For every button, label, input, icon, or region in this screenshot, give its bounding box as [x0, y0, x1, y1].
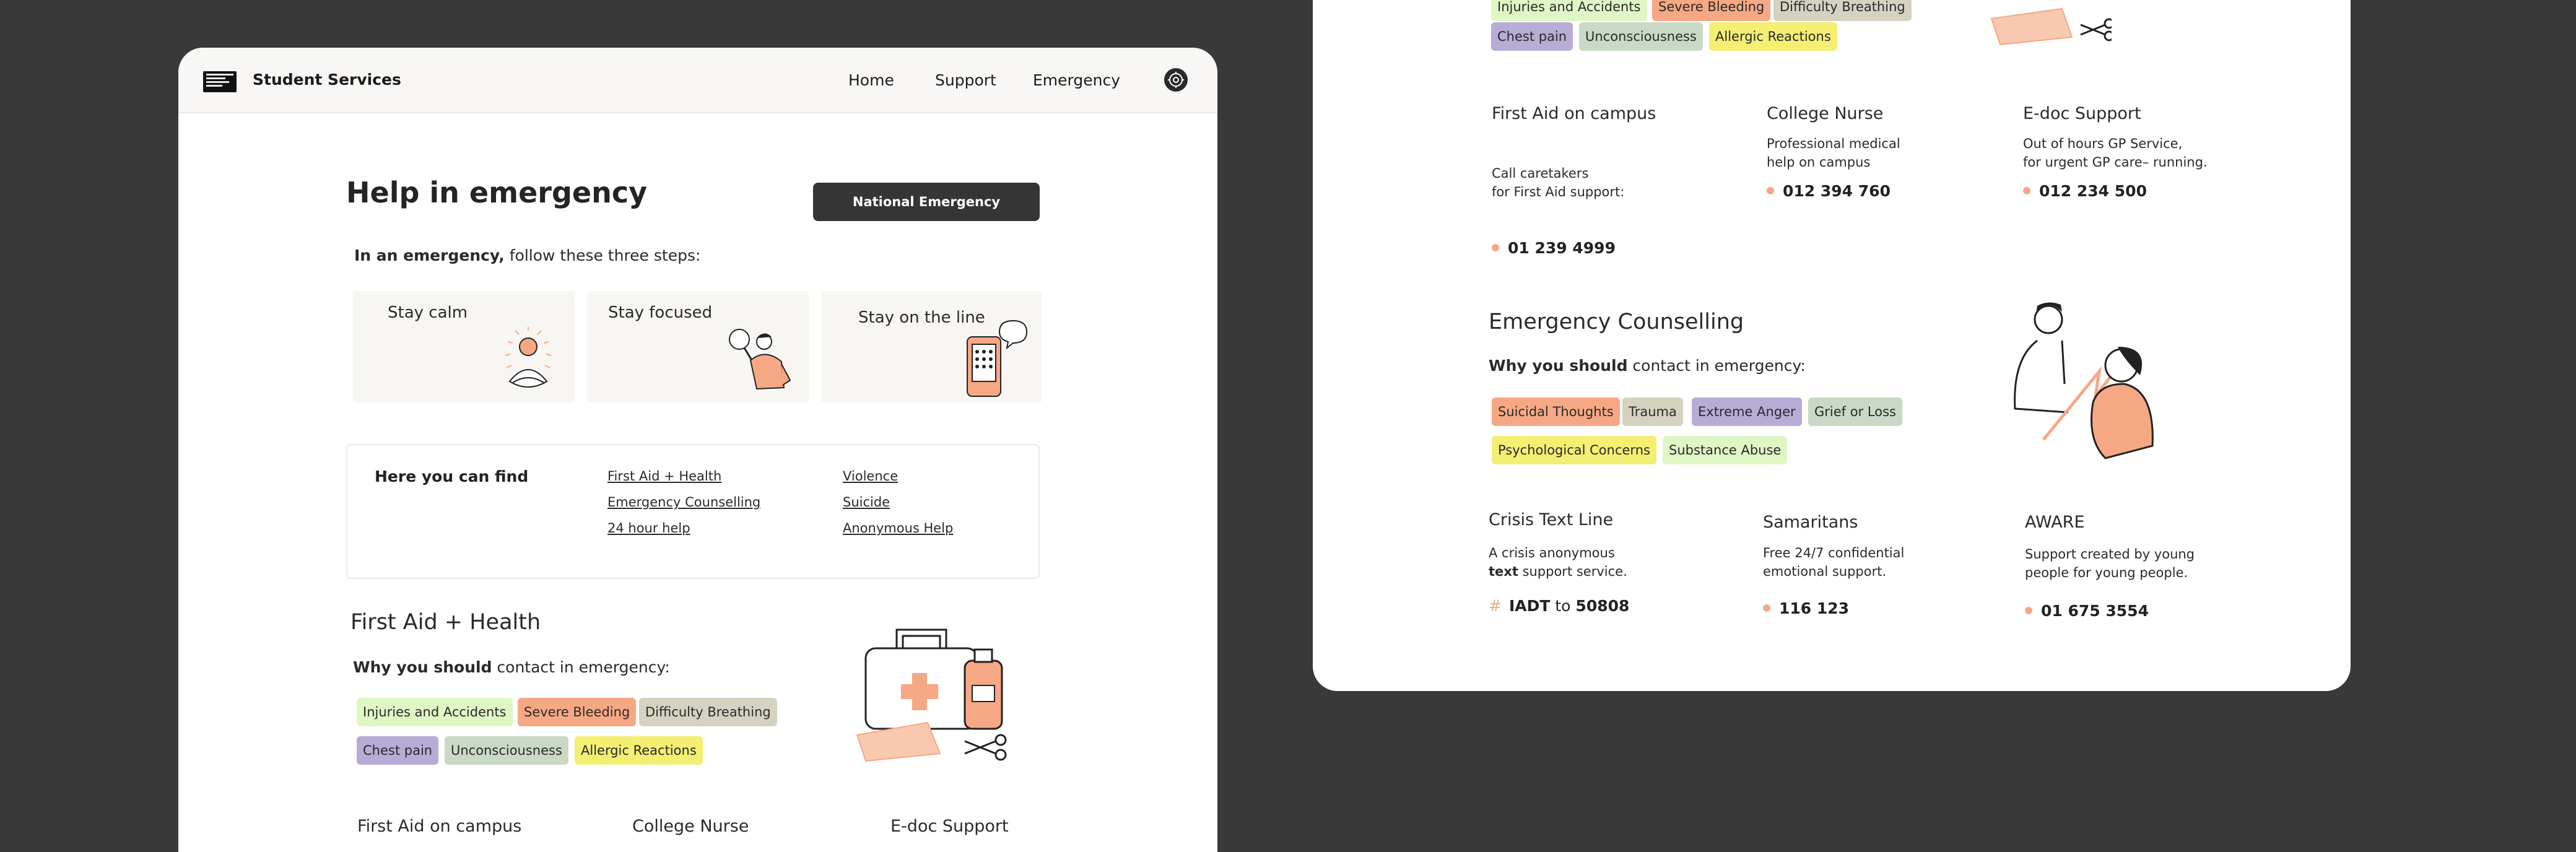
homepage-panel: Student Services Home Support Emergency … — [178, 48, 1217, 852]
tag-extreme-anger: Extreme Anger — [1692, 398, 1802, 426]
text-number-link[interactable]: # IADT to 50808 — [1489, 597, 1629, 615]
nav-support-link[interactable]: Support — [935, 71, 996, 89]
quick-links-title: Here you can find — [375, 467, 529, 485]
focused-person-illustration-icon — [729, 329, 791, 390]
detail-panel: Injuries and Accidents Severe Bleeding D… — [1313, 0, 2351, 691]
first-aid-why-text: Why you should contact in emergency: — [353, 658, 670, 676]
service-title: Crisis Text Line — [1489, 510, 1614, 529]
phone-number-link[interactable]: 012 234 500 — [2023, 182, 2147, 200]
nav-home-link[interactable]: Home — [848, 71, 894, 89]
tag-psychological-concerns: Psychological Concerns — [1492, 436, 1656, 464]
nav-emergency-link[interactable]: Emergency — [1033, 71, 1120, 89]
step-label: Stay calm — [388, 303, 468, 322]
phone-number-link[interactable]: 116 123 — [1763, 599, 1849, 617]
service-title: First Aid on campus — [1492, 104, 1656, 123]
phone-number-link[interactable]: 012 394 760 — [1767, 182, 1891, 200]
step-card-focused: Stay focused — [587, 291, 809, 402]
navbar: Student Services Home Support Emergency — [178, 48, 1217, 113]
phone-number-link[interactable]: 01 239 4999 — [1492, 239, 1616, 257]
tag-chest-pain: Chest pain — [357, 736, 439, 765]
tag-severe-bleeding: Severe Bleeding — [1652, 0, 1771, 21]
link-violence[interactable]: Violence — [843, 469, 898, 484]
step-label: Stay focused — [608, 303, 713, 322]
service-description: Out of hours GP Service, for urgent GP ca… — [2023, 136, 2208, 170]
tag-chest-pain: Chest pain — [1491, 22, 1573, 51]
bullet-dot-icon — [1767, 187, 1774, 194]
service-title: Samaritans — [1763, 513, 1858, 532]
step-card-on-the-line: Stay on the line — [821, 291, 1042, 402]
tag-difficulty-breathing: Difficulty Breathing — [639, 698, 777, 726]
service-title: E-doc Support — [890, 817, 1009, 836]
phone-number-link[interactable]: 01 675 3554 — [2025, 602, 2149, 620]
tag-allergic-reactions: Allergic Reactions — [1709, 22, 1837, 51]
service-description: Free 24/7 confidential emotional support. — [1763, 546, 1905, 579]
step-card-calm: Stay calm — [353, 291, 575, 402]
quick-links-box: Here you can find First Aid + Health Eme… — [346, 444, 1040, 579]
tag-unconsciousness: Unconsciousness — [445, 736, 568, 765]
calm-person-illustration-icon — [505, 327, 552, 388]
tag-difficulty-breathing: Difficulty Breathing — [1773, 0, 1912, 21]
brand-name[interactable]: Student Services — [253, 71, 401, 89]
page-title: Help in emergency — [346, 176, 648, 209]
link-emergency-counselling[interactable]: Emergency Counselling — [607, 495, 760, 510]
bullet-dot-icon — [1492, 244, 1499, 251]
service-title: College Nurse — [1767, 104, 1884, 123]
tag-injuries: Injuries and Accidents — [357, 698, 513, 726]
link-first-aid[interactable]: First Aid + Health — [607, 469, 721, 484]
bullet-dot-icon — [2025, 607, 2032, 614]
counselling-illustration-icon — [2014, 302, 2154, 459]
link-anonymous-help[interactable]: Anonymous Help — [843, 521, 953, 536]
first-aid-heading: First Aid + Health — [350, 610, 541, 635]
service-description: Call caretakers for First Aid support: — [1492, 166, 1625, 199]
intro-text: In an emergency, follow these three step… — [354, 246, 701, 264]
service-title: E-doc Support — [2023, 104, 2141, 123]
tag-injuries: Injuries and Accidents — [1491, 0, 1647, 21]
service-title: College Nurse — [632, 817, 749, 836]
link-suicide[interactable]: Suicide — [843, 495, 890, 510]
tag-unconsciousness: Unconsciousness — [1579, 22, 1703, 51]
service-description: A crisis anonymous text support service. — [1489, 546, 1627, 579]
bullet-dot-icon — [1763, 604, 1770, 612]
link-24-hour-help[interactable]: 24 hour help — [607, 521, 690, 536]
hash-icon: # — [1489, 597, 1502, 615]
service-title: First Aid on campus — [357, 817, 522, 836]
college-logo-icon[interactable] — [203, 71, 237, 92]
tag-allergic-reactions: Allergic Reactions — [575, 736, 703, 765]
service-description: Support created by young people for young… — [2025, 547, 2195, 580]
service-description: Professional medical help on campus — [1767, 136, 1900, 170]
counselling-heading: Emergency Counselling — [1489, 310, 1744, 334]
phone-call-illustration-icon — [967, 320, 1028, 397]
first-aid-kit-illustration-icon — [1990, 7, 2112, 46]
service-title: AWARE — [2025, 513, 2085, 532]
settings-icon[interactable] — [1164, 68, 1188, 92]
bullet-dot-icon — [2023, 187, 2030, 194]
first-aid-kit-illustration-icon — [856, 628, 1007, 762]
tag-suicidal-thoughts: Suicidal Thoughts — [1492, 398, 1620, 426]
national-emergency-button[interactable]: National Emergency — [813, 183, 1040, 221]
tag-severe-bleeding: Severe Bleeding — [518, 698, 637, 726]
tag-grief-or-loss: Grief or Loss — [1808, 398, 1902, 426]
tag-substance-abuse: Substance Abuse — [1663, 436, 1788, 464]
tag-trauma: Trauma — [1622, 398, 1683, 426]
counselling-why-text: Why you should contact in emergency: — [1489, 357, 1806, 375]
